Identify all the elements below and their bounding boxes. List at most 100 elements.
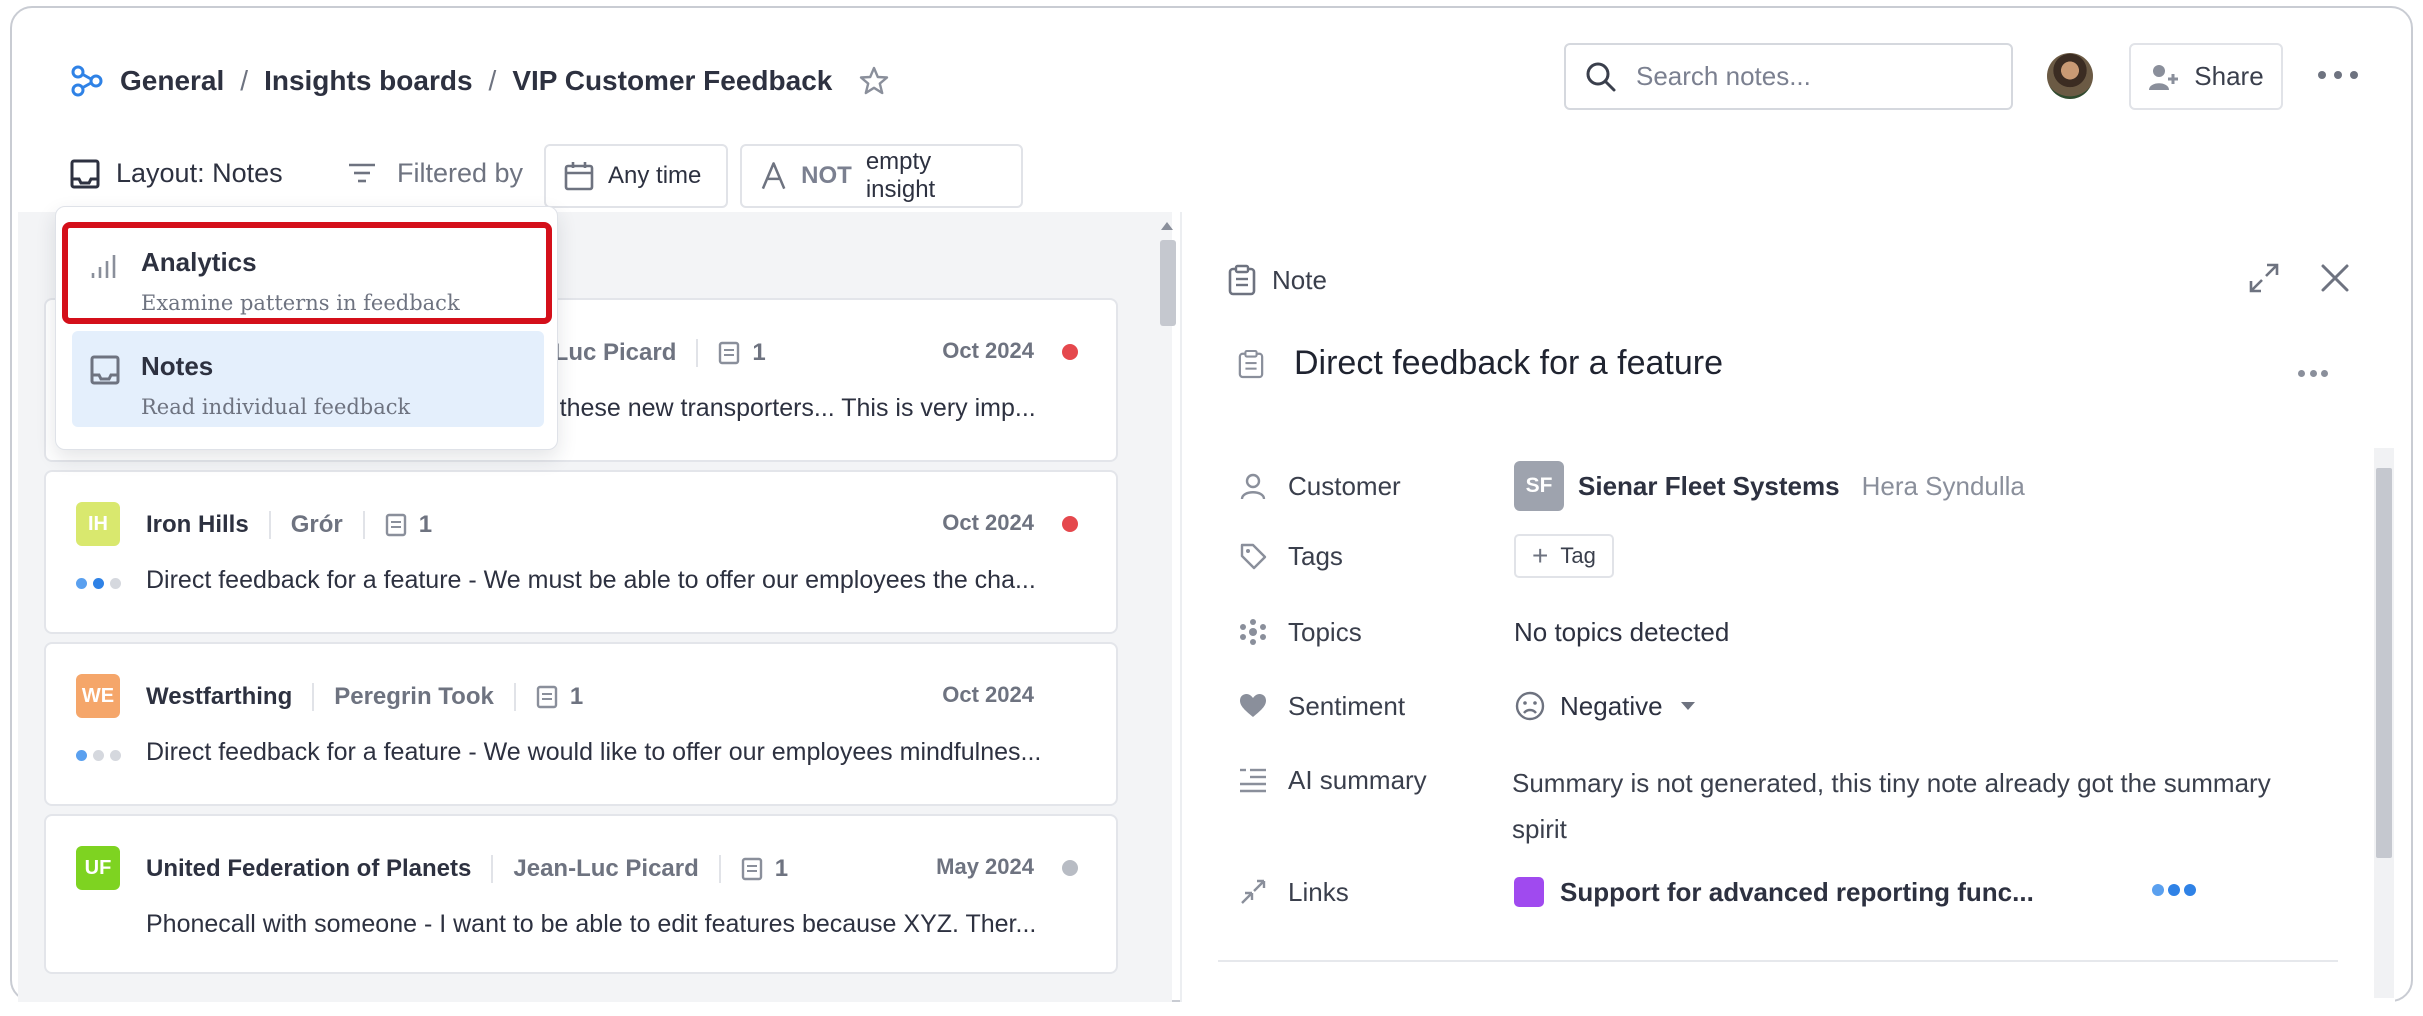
customer-company[interactable]: Sienar Fleet Systems bbox=[1578, 471, 1840, 502]
note-detail-scrollbar[interactable] bbox=[2374, 448, 2394, 998]
close-icon[interactable] bbox=[2319, 262, 2351, 294]
chevron-down-icon bbox=[1680, 702, 1695, 710]
note-count: 1 bbox=[385, 511, 432, 539]
menu-item-title: Analytics bbox=[141, 247, 257, 277]
note-doc-icon bbox=[385, 513, 406, 537]
note-person: Jean-Luc Picard bbox=[513, 855, 699, 882]
more-options-icon[interactable] bbox=[2298, 370, 2328, 377]
ai-summary-icon bbox=[1240, 768, 1266, 793]
clipboard-icon bbox=[1238, 349, 1264, 378]
link-progress-dots bbox=[2152, 884, 2196, 896]
note-header: Note bbox=[1228, 264, 1327, 296]
breadcrumb-insights-boards[interactable]: Insights boards bbox=[264, 65, 472, 97]
breadcrumb-current-board: VIP Customer Feedback bbox=[512, 65, 833, 96]
more-options-icon[interactable] bbox=[2318, 60, 2358, 90]
note-title-text[interactable]: Direct feedback for a feature bbox=[1294, 344, 1723, 383]
note-count: 1 bbox=[718, 339, 766, 367]
inbox-icon bbox=[90, 355, 120, 385]
share-button[interactable]: Share bbox=[2129, 43, 2283, 110]
field-label: AI summary bbox=[1288, 764, 1427, 795]
sad-face-icon bbox=[1515, 691, 1545, 721]
topics-value: No topics detected bbox=[1514, 616, 1730, 647]
menu-item-notes[interactable]: Notes Read individual feedback bbox=[72, 331, 544, 427]
bar-chart-icon bbox=[91, 255, 116, 278]
text-field-icon bbox=[761, 162, 786, 190]
filtered-label: Filtered by bbox=[397, 158, 524, 188]
field-links: Links Support for advanced reporting fun… bbox=[1238, 870, 2034, 914]
note-text: Direct feedback for a feature - We would… bbox=[146, 738, 1042, 766]
progress-dots bbox=[76, 578, 121, 589]
search-box[interactable] bbox=[1564, 43, 2013, 110]
share-people-icon bbox=[2149, 64, 2179, 90]
status-dot bbox=[1062, 860, 1078, 876]
add-tag-button[interactable]: + Tag bbox=[1514, 534, 1614, 578]
note-card[interactable]: WE Westfarthing Peregrin Took 1 Oct 2024… bbox=[44, 642, 1118, 806]
status-dot bbox=[1062, 516, 1078, 532]
heart-icon bbox=[1240, 694, 1266, 717]
star-icon[interactable] bbox=[858, 65, 890, 97]
layout-selector[interactable]: Layout: Notes bbox=[70, 158, 283, 189]
note-header-label: Note bbox=[1272, 264, 1327, 295]
clipboard-icon bbox=[1228, 264, 1256, 296]
note-date: Oct 2024 bbox=[942, 338, 1034, 363]
note-doc-icon bbox=[741, 857, 762, 881]
field-topics: Topics No topics detected bbox=[1238, 610, 1729, 654]
note-card[interactable]: UF United Federation of Planets Jean-Luc… bbox=[44, 814, 1118, 974]
menu-item-description: Read individual feedback bbox=[141, 395, 411, 419]
calendar-icon bbox=[564, 162, 594, 191]
avatar[interactable] bbox=[2047, 53, 2093, 99]
filter-chip-time[interactable]: Any time bbox=[544, 144, 728, 208]
note-card[interactable]: IH Iron Hills Grór 1 Oct 2024 Direct fee… bbox=[44, 470, 1118, 634]
field-sentiment: Sentiment Negative bbox=[1238, 684, 1695, 728]
filtered-by[interactable]: Filtered by bbox=[347, 158, 523, 189]
divider bbox=[1218, 960, 2338, 962]
filter-chip-time-label: Any time bbox=[608, 162, 702, 189]
customer-person[interactable]: Hera Syndulla bbox=[1862, 471, 2025, 502]
sentiment-dropdown[interactable]: Negative bbox=[1514, 690, 1695, 722]
linked-feature[interactable]: Support for advanced reporting func... bbox=[1514, 877, 2034, 908]
note-person: Grór bbox=[290, 511, 343, 538]
share-label: Share bbox=[2194, 61, 2264, 91]
note-count: 1 bbox=[741, 855, 788, 883]
customer-value[interactable]: SF Sienar Fleet Systems Hera Syndulla bbox=[1514, 461, 2025, 511]
field-tags: Tags + Tag bbox=[1238, 534, 1614, 578]
field-customer: Customer SF Sienar Fleet Systems Hera Sy… bbox=[1238, 458, 2025, 514]
layout-label: Layout: Notes bbox=[116, 158, 283, 188]
note-text: rust these new transporters... This is v… bbox=[511, 394, 1036, 422]
company-badge: UF bbox=[76, 846, 120, 890]
company-badge: WE bbox=[76, 674, 120, 718]
field-label: Tags bbox=[1288, 540, 1343, 571]
note-detail-pane: Note Direct feedback for a feature Custo… bbox=[1180, 212, 2395, 1002]
note-count: 1 bbox=[536, 683, 583, 711]
field-label: Customer bbox=[1288, 470, 1401, 501]
tag-icon bbox=[1240, 543, 1267, 570]
note-person: Peregrin Took bbox=[334, 683, 494, 710]
inbox-icon bbox=[70, 159, 100, 188]
note-title: Direct feedback for a feature bbox=[1238, 344, 1723, 383]
filter-chip-insight[interactable]: NOT empty insight bbox=[740, 144, 1023, 208]
menu-item-analytics[interactable]: Analytics Examine patterns in feedback bbox=[72, 227, 544, 323]
search-input[interactable] bbox=[1636, 61, 1976, 92]
note-company: Iron Hills bbox=[146, 511, 249, 538]
note-text: Phonecall with someone - I want to be ab… bbox=[146, 910, 1037, 938]
person-icon bbox=[1240, 473, 1266, 500]
status-dot bbox=[1062, 344, 1078, 360]
topics-icon bbox=[1240, 619, 1266, 645]
expand-icon[interactable] bbox=[2248, 262, 2280, 294]
field-label: Sentiment bbox=[1288, 690, 1406, 721]
notes-list-scrollbar[interactable] bbox=[1158, 222, 1176, 328]
search-icon bbox=[1586, 62, 1616, 91]
note-date: May 2024 bbox=[936, 854, 1034, 879]
note-date: Oct 2024 bbox=[942, 682, 1034, 707]
customer-badge: SF bbox=[1514, 461, 1564, 511]
note-doc-icon bbox=[536, 685, 558, 709]
filter-chip-insight-label: empty insight bbox=[865, 148, 936, 203]
ai-summary-value: Summary is not generated, this tiny note… bbox=[1512, 768, 2271, 844]
breadcrumb: General / Insights boards / VIP Customer… bbox=[70, 58, 890, 104]
field-label: Links bbox=[1288, 876, 1349, 907]
company-badge: IH bbox=[76, 502, 120, 546]
note-company: Westfarthing bbox=[146, 683, 293, 710]
layout-dropdown-menu: Analytics Examine patterns in feedback N… bbox=[55, 206, 558, 450]
note-doc-icon bbox=[719, 341, 740, 365]
breadcrumb-general[interactable]: General bbox=[120, 65, 224, 97]
